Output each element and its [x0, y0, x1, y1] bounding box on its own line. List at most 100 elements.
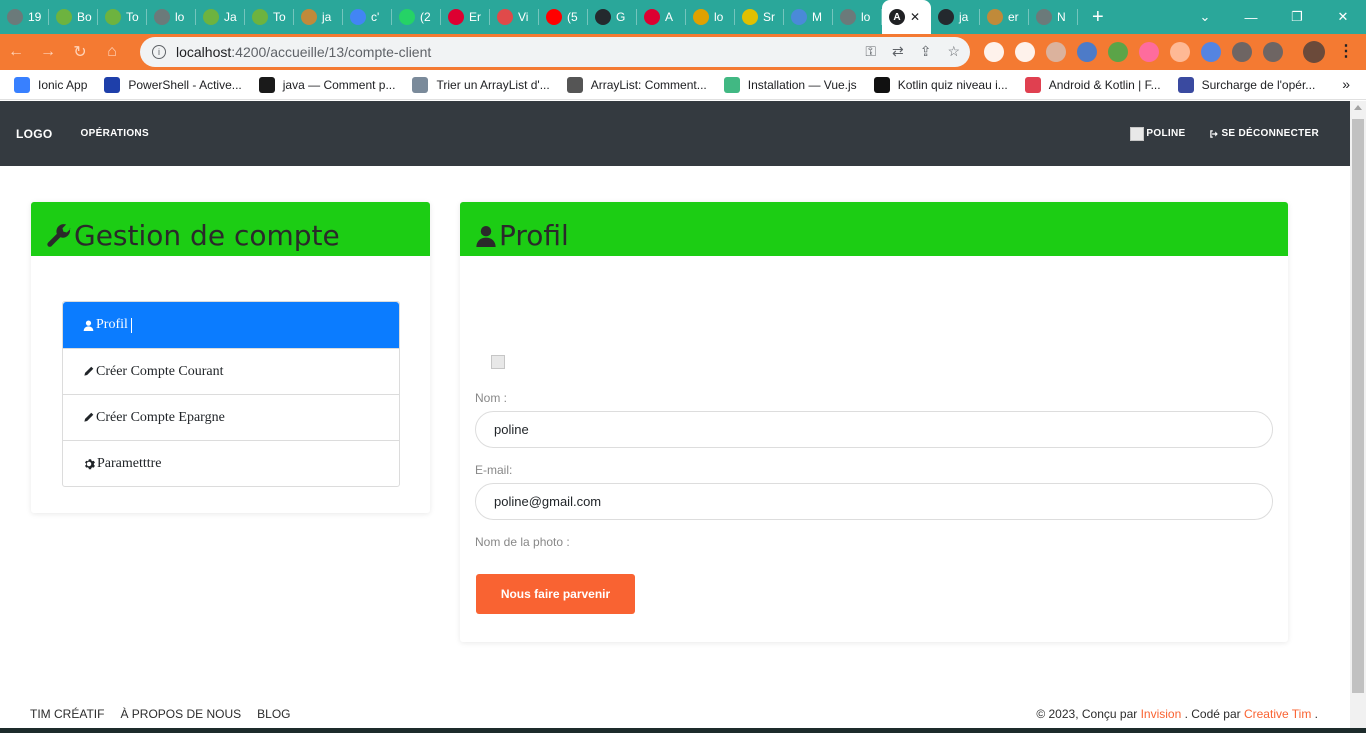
home-icon[interactable]: ⌂ [96, 43, 128, 61]
browser-tab[interactable]: 19 [0, 0, 49, 34]
menu-kebab-icon[interactable]: ⋮ [1338, 41, 1354, 61]
pencil-icon [84, 366, 94, 376]
browser-tab[interactable]: (2 [392, 0, 441, 34]
designer-link[interactable]: Invision [1141, 707, 1182, 721]
tab-label: c' [371, 10, 380, 24]
bookmark-favicon-icon [1024, 76, 1041, 93]
share-icon[interactable]: ⇪ [920, 43, 932, 60]
bookmark-favicon-icon [258, 76, 275, 93]
bookmark-label: Trier un ArrayList d'... [436, 77, 550, 92]
user-menu[interactable]: POLINE [1130, 126, 1185, 141]
operations-link[interactable]: OPÉRATIONS [81, 128, 149, 139]
tab-search-button[interactable]: ⌄ [1182, 9, 1228, 25]
browser-tab[interactable]: c' [343, 0, 392, 34]
coder-link[interactable]: Creative Tim [1244, 707, 1311, 721]
bookmark-star-icon[interactable]: ☆ [947, 43, 960, 60]
browser-tab[interactable]: lo [147, 0, 196, 34]
restore-button[interactable]: ❐ [1274, 9, 1320, 25]
address-bar[interactable]: i localhost :4200/accueille/13/compte-cl… [140, 37, 970, 67]
puzzle-icon[interactable] [1232, 42, 1252, 62]
close-tab-icon[interactable]: ✕ [910, 10, 920, 24]
side-panel-icon[interactable] [1263, 42, 1283, 62]
menu-item-parametttre[interactable]: Parametttre [63, 440, 399, 486]
tab-label: er [1008, 10, 1019, 24]
tab-favicon-icon [154, 9, 170, 25]
extension-icon[interactable] [984, 42, 1004, 62]
account-card-header: Gestion de compte [31, 202, 430, 256]
vue-devtools-icon[interactable] [1046, 42, 1066, 62]
logo-link[interactable]: LOGO [16, 127, 53, 141]
scrollbar-thumb[interactable] [1352, 119, 1364, 693]
browser-tab[interactable]: lo [686, 0, 735, 34]
tab-list-after: ja er N [931, 0, 1078, 34]
tab-favicon-icon [546, 9, 562, 25]
bookmark-item[interactable]: Android & Kotlin | F... [1024, 76, 1161, 93]
bookmark-item[interactable]: Kotlin quiz niveau i... [873, 76, 1008, 93]
browser-tab[interactable]: er [980, 0, 1029, 34]
url-path: :4200/accueille/13/compte-client [231, 44, 432, 60]
name-label: Nom : [475, 391, 508, 405]
footer-link-blog[interactable]: BLOG [257, 707, 290, 721]
copyright-suffix: . [1311, 707, 1318, 721]
extension-icon[interactable] [1108, 42, 1128, 62]
tab-label: A [665, 10, 674, 24]
tab-label: To [273, 10, 286, 24]
translate-extension-icon[interactable] [1201, 42, 1221, 62]
bookmark-item[interactable]: Surcharge de l'opér... [1177, 76, 1315, 93]
bookmark-item[interactable]: Ionic App [14, 76, 87, 93]
browser-tab[interactable]: Er [441, 0, 490, 34]
browser-tab[interactable]: ja [931, 0, 980, 34]
bookmark-item[interactable]: ArrayList: Comment... [566, 76, 707, 93]
browser-tab[interactable]: (5 [539, 0, 588, 34]
extension-icon[interactable] [1015, 42, 1035, 62]
bookmark-item[interactable]: PowerShell - Active... [104, 76, 242, 93]
menu-item-creer-compte-epargne[interactable]: Créer Compte Epargne [63, 394, 399, 440]
bookmark-item[interactable]: Installation — Vue.js [723, 76, 857, 93]
page-scrollbar[interactable] [1350, 101, 1366, 733]
footer-link-a-propos[interactable]: À PROPOS DE NOUS [120, 707, 241, 721]
browser-tab[interactable]: ja [294, 0, 343, 34]
extension-icon[interactable] [1077, 42, 1097, 62]
menu-item-profil[interactable]: Profil [63, 302, 399, 348]
tab-favicon-icon [644, 9, 660, 25]
browser-tab[interactable]: lo [833, 0, 882, 34]
profile-avatar[interactable] [1303, 41, 1325, 63]
site-info-icon[interactable]: i [152, 45, 166, 59]
browser-tab[interactable]: N [1029, 0, 1078, 34]
menu-item-creer-compte-courant[interactable]: Créer Compte Courant [63, 348, 399, 394]
browser-tab[interactable]: Bo [49, 0, 98, 34]
logout-link[interactable]: SE DÉCONNECTER [1209, 128, 1319, 139]
new-tab-button[interactable]: + [1092, 6, 1104, 29]
browser-tab[interactable]: To [98, 0, 147, 34]
browser-tab[interactable]: To [245, 0, 294, 34]
bookmark-item[interactable]: java — Comment p... [258, 76, 395, 93]
browser-tab[interactable]: Vi [490, 0, 539, 34]
bookmark-favicon-icon [412, 76, 429, 93]
name-field[interactable]: poline [475, 411, 1273, 448]
minimize-button[interactable]: — [1228, 10, 1274, 25]
extension-icon[interactable] [1170, 42, 1190, 62]
footer-link-tim-creatif[interactable]: TIM CRÉATIF [30, 707, 104, 721]
translate-icon[interactable]: ⇄ [892, 43, 904, 60]
close-window-button[interactable]: ✕ [1320, 9, 1366, 25]
browser-tab[interactable]: M [784, 0, 833, 34]
scroll-up-icon[interactable] [1354, 105, 1362, 110]
omnibox-actions: ⚿ ⇄ ⇪ ☆ [865, 43, 960, 60]
browser-tab[interactable]: Sr [735, 0, 784, 34]
tab-favicon-icon [399, 9, 415, 25]
bookmark-item[interactable]: Trier un ArrayList d'... [412, 76, 550, 93]
browser-tab[interactable]: Ja [196, 0, 245, 34]
browser-tab[interactable]: G [588, 0, 637, 34]
tab-active[interactable]: A ✕ [882, 0, 931, 34]
submit-button[interactable]: Nous faire parvenir [476, 574, 635, 614]
account-card-title: Gestion de compte [74, 219, 340, 252]
react-devtools-icon[interactable] [1139, 42, 1159, 62]
bookmarks-more-icon[interactable]: » [1342, 76, 1350, 92]
forward-icon[interactable]: → [32, 43, 64, 61]
browser-tab[interactable]: A [637, 0, 686, 34]
reload-icon[interactable]: ↻ [64, 42, 96, 62]
tab-label: N [1057, 10, 1066, 24]
key-icon[interactable]: ⚿ [865, 43, 876, 60]
email-field[interactable]: poline@gmail.com [475, 483, 1273, 520]
back-icon[interactable]: ← [0, 43, 32, 61]
